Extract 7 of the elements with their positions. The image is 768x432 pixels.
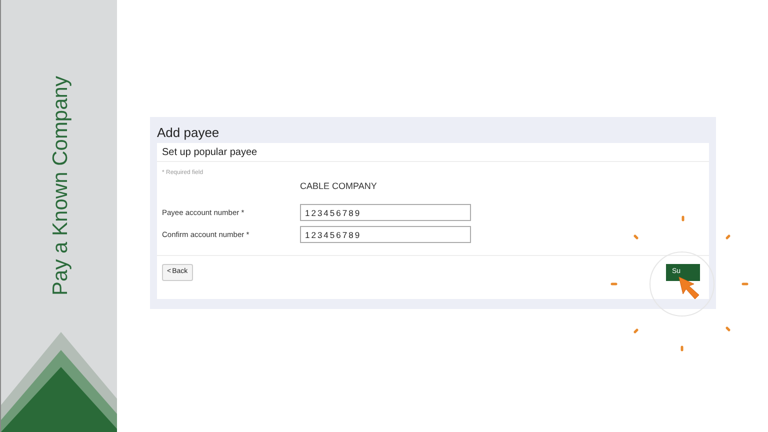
panel-title: Add payee [157,124,220,142]
payee-name: CABLE COMPANY [300,180,377,192]
sidebar-title: Pay a Known Company [48,76,74,296]
account-number-field[interactable]: 123456789 [300,204,471,221]
pointer-cursor-icon [678,276,700,300]
form-subtitle: Set up popular payee [157,144,709,162]
account-number-field[interactable]: 123456789 [300,226,471,243]
